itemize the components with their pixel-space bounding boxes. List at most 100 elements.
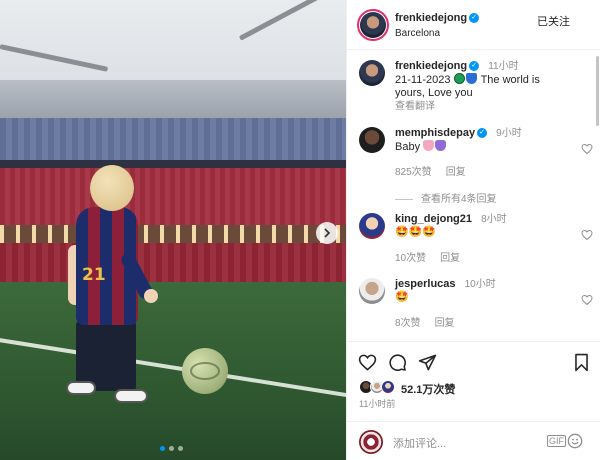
- comment-text-block: king_dejong21 8小时 🤩🤩🤩: [395, 213, 585, 239]
- post-location[interactable]: Barcelona: [395, 28, 440, 39]
- gif-button[interactable]: GIF: [547, 435, 566, 447]
- post-timestamp[interactable]: 11小时前: [359, 397, 395, 410]
- carousel-indicator: [160, 446, 183, 451]
- comment-avatar[interactable]: [359, 278, 385, 304]
- share-button[interactable]: [417, 352, 437, 372]
- caption-text-line1: 21-11-2023: [395, 74, 451, 86]
- save-button[interactable]: [571, 352, 591, 372]
- caption: frenkiedejong ✓ 11小时 21-11-2023 The world…: [359, 60, 585, 120]
- photo-stands-lower: [0, 243, 346, 283]
- instagram-post: 21 frenkiedejong ✓ Barcelona 已关注 frenkie…: [0, 0, 600, 460]
- heart-icon: [581, 229, 593, 241]
- green-circle-emoji: [453, 73, 465, 84]
- view-replies-label: 查看所有4条回复: [421, 194, 497, 205]
- divider-line: [395, 198, 413, 200]
- comment-text: 🤩: [395, 291, 409, 303]
- comments-list[interactable]: frenkiedejong ✓ 11小时 21-11-2023 The world…: [347, 51, 600, 341]
- caption-text-line1-tail: The world is: [480, 74, 540, 86]
- reply-button[interactable]: 回复: [440, 253, 460, 264]
- caption-avatar[interactable]: [359, 60, 385, 86]
- comment-icon: [388, 353, 406, 371]
- comment-input[interactable]: 添加评论...: [393, 435, 446, 451]
- avatar-image: [360, 12, 386, 38]
- carousel-dot: [169, 446, 174, 451]
- post-photo[interactable]: 21: [0, 0, 346, 460]
- photo-stands-middle: [0, 168, 346, 228]
- caption-time: 11小时: [488, 61, 519, 72]
- comment-avatar[interactable]: [359, 127, 385, 153]
- comment-time: 10小时: [464, 279, 496, 290]
- comment-likes[interactable]: 825次赞: [395, 167, 432, 178]
- verified-icon: ✓: [469, 13, 480, 24]
- following-button[interactable]: 已关注: [537, 13, 570, 29]
- comment-likes[interactable]: 8次赞: [395, 318, 421, 329]
- comments-scrollbar[interactable]: [596, 56, 599, 126]
- comment-username[interactable]: king_dejong21: [395, 213, 472, 225]
- heart-icon: [581, 294, 593, 306]
- caption-text-line2: yours, Love you: [395, 87, 473, 99]
- chevron-right-icon: [324, 228, 331, 238]
- comment-username[interactable]: jesperlucas: [395, 278, 456, 290]
- view-replies-button[interactable]: 查看所有4条回复: [395, 190, 497, 205]
- comment-composer: 添加评论... GIF: [347, 421, 600, 460]
- comment-text: 🤩🤩🤩: [395, 226, 437, 238]
- blue-heart-emoji: [465, 73, 477, 84]
- carousel-dot: [178, 446, 183, 451]
- carousel-next-button[interactable]: [316, 222, 338, 244]
- caption-text-block: frenkiedejong ✓ 11小时 21-11-2023 The world…: [395, 60, 585, 113]
- carousel-dot: [160, 446, 165, 451]
- photo-child: 21: [64, 165, 164, 410]
- like-button[interactable]: [357, 352, 377, 372]
- comment-button[interactable]: [387, 352, 407, 372]
- comment-text-block: memphisdepay ✓ 9小时 Baby: [395, 127, 585, 154]
- post-details-panel: frenkiedejong ✓ Barcelona 已关注 frenkiedejo…: [346, 0, 600, 460]
- photo-stands-lights: [0, 225, 346, 243]
- likes-count[interactable]: 52.1万次赞: [401, 381, 455, 397]
- comment-meta: 10次赞 回复: [395, 249, 474, 264]
- heart-icon: [581, 143, 593, 155]
- comment-text-block: jesperlucas 10小时 🤩: [395, 278, 585, 304]
- comment-likes[interactable]: 10次赞: [395, 253, 426, 264]
- emoji-button[interactable]: [567, 433, 583, 449]
- post-header: frenkiedejong ✓ Barcelona 已关注: [347, 0, 600, 50]
- child-shoe: [114, 389, 148, 403]
- emoji-icon: [567, 433, 583, 449]
- comment-meta: 8次赞 回复: [395, 314, 469, 329]
- share-icon: [418, 354, 436, 370]
- reply-button[interactable]: 回复: [446, 167, 466, 178]
- heart-icon: [358, 354, 376, 371]
- photo-football: [182, 348, 228, 394]
- current-user-avatar: [359, 430, 383, 454]
- author-name-row: frenkiedejong ✓: [395, 12, 480, 24]
- liker-avatar: [381, 380, 395, 394]
- child-shirt-number: 21: [82, 265, 106, 285]
- author-avatar[interactable]: [357, 9, 389, 41]
- reply-button[interactable]: 回复: [435, 318, 455, 329]
- see-translation-link[interactable]: 查看翻译: [395, 101, 435, 112]
- comment-text: Baby: [395, 141, 421, 153]
- comment-like-button[interactable]: [581, 229, 593, 241]
- comment-like-button[interactable]: [581, 294, 593, 306]
- author-username[interactable]: frenkiedejong: [395, 12, 467, 24]
- comment-avatar[interactable]: [359, 213, 385, 239]
- photo-pitch: [0, 282, 346, 460]
- football-seam: [190, 362, 220, 380]
- caption-username[interactable]: frenkiedejong: [395, 60, 467, 72]
- comment-time: 9小时: [496, 128, 522, 139]
- comment-meta: 825次赞 回复: [395, 163, 480, 178]
- pink-heart-emoji: [423, 140, 435, 151]
- comment-like-button[interactable]: [581, 143, 593, 155]
- comment-item: memphisdepay ✓ 9小时 Baby 825次赞 回复: [359, 127, 593, 187]
- child-head: [90, 165, 134, 211]
- post-actions: 52.1万次赞 11小时前: [347, 341, 600, 421]
- comment-item: jesperlucas 10小时 🤩 8次赞 回复: [359, 278, 593, 329]
- verified-icon: ✓: [469, 61, 480, 72]
- comment-username[interactable]: memphisdepay: [395, 127, 475, 139]
- verified-icon: ✓: [477, 128, 488, 139]
- child-hand: [144, 289, 158, 303]
- comment-item: king_dejong21 8小时 🤩🤩🤩 10次赞 回复: [359, 213, 593, 264]
- save-icon: [574, 353, 588, 371]
- child-shoe: [66, 381, 96, 395]
- purple-heart-emoji: [435, 140, 447, 151]
- photo-stadium-roof: [0, 80, 346, 120]
